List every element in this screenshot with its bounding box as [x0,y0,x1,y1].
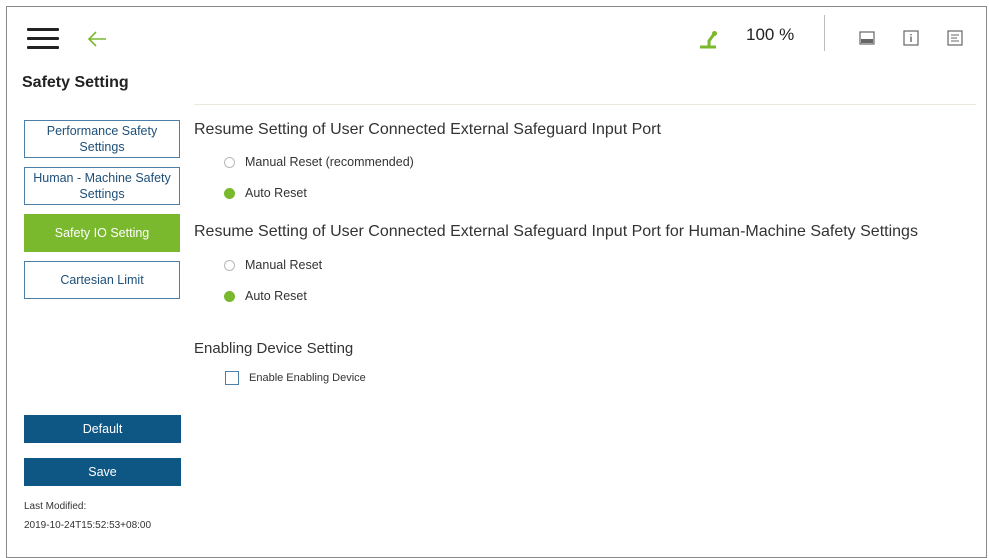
last-modified-value: 2019-10-24T15:52:53+08:00 [24,520,152,531]
radio-label: Auto Reset [245,289,307,303]
top-bar: 100 % [7,7,986,67]
save-button[interactable]: Save [24,458,181,486]
menu-icon[interactable] [27,28,59,50]
speed-value: 100 % [746,25,795,44]
last-modified-label: Last Modified: [24,501,87,512]
sidebar-item-performance-safety[interactable]: Performance Safety Settings [24,120,180,158]
radio-label: Manual Reset [245,258,323,272]
radio-manual-reset-recommended[interactable]: Manual Reset (recommended) [224,155,414,169]
section-enabling-device-title: Enabling Device Setting [194,340,354,357]
enable-enabling-device-checkbox[interactable]: Enable Enabling Device [225,371,366,385]
header-divider [824,15,825,51]
display-icon[interactable] [859,30,875,46]
radio-auto-reset-hm[interactable]: Auto Reset [224,289,307,303]
checkbox-label: Enable Enabling Device [249,372,366,384]
log-icon[interactable] [947,30,963,46]
back-arrow-icon[interactable] [85,27,109,51]
radio-button[interactable] [224,259,235,271]
radio-button-selected[interactable] [224,290,235,302]
sidebar-item-human-machine-safety[interactable]: Human - Machine Safety Settings [24,167,180,205]
sidebar-item-safety-io[interactable]: Safety IO Setting [24,214,180,252]
checkbox[interactable] [225,371,239,385]
radio-button-selected[interactable] [224,187,235,199]
radio-label: Manual Reset (recommended) [245,155,414,169]
robot-status-icon [700,31,717,49]
page-title: Safety Setting [22,74,129,91]
radio-manual-reset[interactable]: Manual Reset [224,258,322,272]
info-icon[interactable] [903,30,919,46]
sidebar-item-cartesian-limit[interactable]: Cartesian Limit [24,261,180,299]
default-button[interactable]: Default [24,415,181,443]
radio-button[interactable] [224,156,235,168]
radio-auto-reset[interactable]: Auto Reset [224,186,307,200]
section-external-safeguard-title: Resume Setting of User Connected Externa… [194,121,661,138]
radio-label: Auto Reset [245,186,307,200]
title-divider [194,104,976,105]
app-window: 100 % Safety Setting Performance Safety … [6,6,987,558]
section-hm-safeguard-title: Resume Setting of User Connected Externa… [194,223,918,240]
